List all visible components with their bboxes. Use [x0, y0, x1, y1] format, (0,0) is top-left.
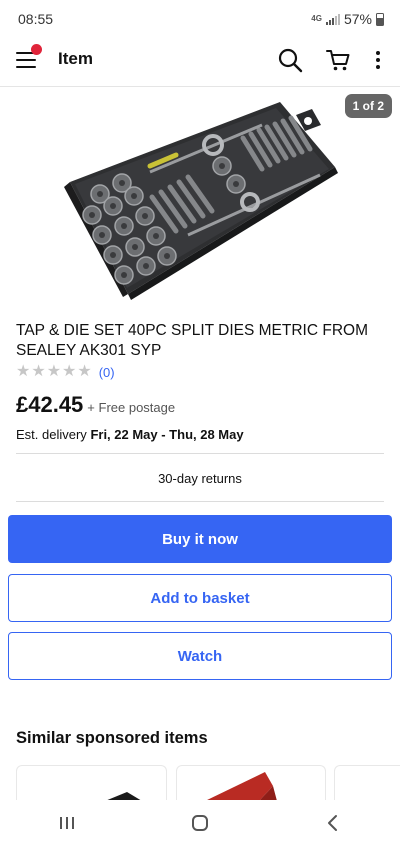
similar-item-card[interactable] — [334, 765, 400, 800]
app-header: Item — [0, 38, 400, 84]
star-icon: ★ — [62, 363, 77, 380]
star-icon: ★ — [31, 363, 46, 380]
system-navigation-bar — [0, 800, 400, 845]
home-icon[interactable] — [190, 814, 210, 832]
status-time: 08:55 — [18, 11, 54, 27]
recent-apps-icon[interactable] — [57, 814, 77, 832]
review-count-link[interactable]: (0) — [99, 365, 115, 380]
postage-info: + Free postage — [87, 400, 176, 415]
product-image — [64, 102, 338, 300]
rating-stars[interactable]: ★ ★ ★ ★ ★ (0) — [16, 364, 115, 380]
price-row: £42.45 + Free postage — [16, 392, 175, 418]
battery-icon — [376, 12, 384, 26]
similar-item-card[interactable] — [16, 765, 167, 800]
notification-dot — [31, 44, 42, 55]
similar-item-card[interactable] — [176, 765, 326, 800]
status-bar: 08:55 4G 57% — [0, 0, 400, 38]
similar-items-heading: Similar sponsored items — [16, 729, 208, 747]
network-type: 4G — [311, 14, 322, 23]
estimated-delivery: Est. delivery Fri, 22 May - Thu, 28 May — [16, 427, 244, 442]
price: £42.45 — [16, 392, 84, 417]
star-icon: ★ — [46, 363, 62, 380]
divider — [16, 453, 384, 454]
returns-policy: 30-day returns — [158, 471, 242, 486]
add-to-basket-button[interactable]: Add to basket — [8, 574, 392, 622]
cart-icon[interactable] — [325, 47, 351, 73]
delivery-label: Est. delivery — [16, 427, 87, 442]
menu-button[interactable] — [14, 44, 42, 72]
product-title: TAP & DIE SET 40PC SPLIT DIES METRIC FRO… — [16, 322, 368, 359]
battery-level: 57% — [343, 11, 372, 27]
back-icon[interactable] — [323, 814, 343, 832]
watch-button[interactable]: Watch — [8, 632, 392, 680]
page-title: Item — [58, 49, 93, 68]
status-indicators: 4G 57% — [311, 11, 384, 27]
buy-it-now-button[interactable]: Buy it now — [8, 515, 392, 563]
product-image-gallery[interactable]: 1 of 2 — [0, 87, 400, 309]
delivery-dates: Fri, 22 May - Thu, 28 May — [90, 427, 244, 442]
star-icon: ★ — [16, 363, 31, 380]
similar-item-image — [107, 792, 141, 800]
similar-item-image — [207, 772, 277, 800]
image-counter-badge: 1 of 2 — [344, 94, 392, 118]
signal-icon — [325, 13, 340, 25]
search-icon[interactable] — [277, 47, 303, 73]
star-icon: ★ — [77, 363, 92, 380]
divider — [16, 501, 384, 502]
more-options-icon[interactable] — [365, 47, 391, 73]
